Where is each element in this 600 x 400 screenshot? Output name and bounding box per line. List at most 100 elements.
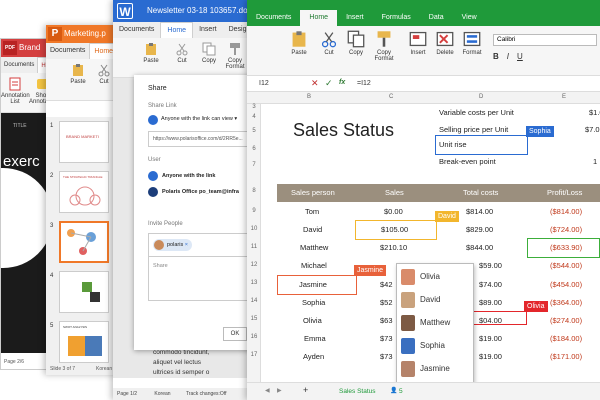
table-header[interactable]: Total costs [463, 184, 498, 202]
sales-cell[interactable]: $0.00 [384, 207, 403, 216]
profit-cell[interactable]: ($184.00) [550, 334, 582, 343]
table-header[interactable]: Profit/Loss [547, 184, 582, 202]
column-header[interactable]: C [389, 94, 393, 100]
link-permission-select[interactable]: Anyone with the link can view ▾ [161, 116, 237, 122]
param-label[interactable]: Break-even point [439, 157, 496, 166]
tab-view[interactable]: View [453, 10, 486, 26]
row-header[interactable]: 6 [247, 146, 261, 152]
row-header[interactable]: 3 [247, 104, 261, 110]
delete-button[interactable]: Delete [431, 28, 459, 56]
row-header[interactable]: 14 [247, 298, 261, 304]
slide-thumbnail[interactable]: BRAND MARKETI [59, 121, 109, 163]
message-textarea[interactable]: Share [148, 257, 253, 301]
param-label[interactable]: Selling price per Unit [439, 125, 508, 134]
costs-cell[interactable]: $814.00 [466, 207, 493, 216]
sales-cell[interactable]: $73 [380, 334, 393, 343]
profit-cell[interactable]: ($544.00) [550, 261, 582, 270]
slide-thumbnail[interactable]: THE STRATEGIC TRIANGLE [59, 171, 109, 213]
sales-cell[interactable]: $42 [380, 280, 393, 289]
invite-input[interactable]: polaris × [148, 233, 253, 257]
costs-cell[interactable]: $829.00 [466, 225, 493, 234]
row-header[interactable]: 13 [247, 280, 261, 286]
sales-cell[interactable]: $52 [380, 298, 393, 307]
profit-cell[interactable]: ($364.00) [550, 298, 582, 307]
table-header[interactable]: Sales person [291, 184, 335, 202]
salesperson-cell[interactable]: Tom [305, 207, 319, 216]
slide-thumbnail-selected[interactable] [59, 221, 109, 263]
sheet-tab[interactable]: Sales Status [339, 388, 376, 395]
row-header[interactable]: 9 [247, 208, 261, 214]
sales-cell[interactable]: $63 [380, 316, 393, 325]
italic-icon[interactable]: I [507, 52, 509, 61]
tab-formulas[interactable]: Formulas [373, 10, 420, 26]
row-header[interactable]: 8 [247, 188, 261, 194]
costs-cell[interactable]: $844.00 [466, 243, 493, 252]
param-value[interactable]: $7.0 [585, 125, 600, 134]
share-link-field[interactable]: https://www.polarisoffice.com/d/2RR5e... [148, 131, 253, 147]
formula-input[interactable]: =I12 [357, 80, 371, 87]
row-header[interactable]: 12 [247, 262, 261, 268]
paste-button[interactable]: Paste [285, 28, 313, 56]
tab-documents[interactable]: Documents [46, 43, 89, 59]
confirm-icon[interactable]: ✓ [325, 78, 333, 89]
annotation-list-button[interactable]: Annotation List [1, 75, 30, 105]
salesperson-cell[interactable]: Michael [301, 261, 327, 270]
ok-button[interactable]: OK [223, 327, 247, 341]
tab-documents[interactable]: Documents [113, 22, 160, 38]
row-header[interactable]: 7 [247, 162, 261, 168]
insert-button[interactable]: Insert [404, 28, 432, 56]
cell-reference[interactable]: I12 [259, 80, 269, 87]
copy-format-button[interactable]: Copy Format [221, 40, 249, 70]
column-header[interactable]: E [562, 94, 566, 100]
salesperson-cell[interactable]: Sophia [302, 298, 325, 307]
font-name-select[interactable]: Calibri [493, 34, 597, 46]
salesperson-cell[interactable]: Ayden [303, 352, 324, 361]
param-value[interactable]: $1.0 [589, 108, 600, 117]
profit-cell[interactable]: ($814.00) [550, 207, 582, 216]
mention-option[interactable]: David [397, 289, 473, 311]
format-button[interactable]: Format [458, 28, 486, 56]
salesperson-cell[interactable]: Emma [304, 334, 326, 343]
mention-option[interactable]: Jasmine [397, 358, 473, 380]
row-header[interactable]: 11 [247, 244, 261, 250]
mention-option[interactable]: Olivia [397, 266, 473, 288]
word-titlebar[interactable]: Newsletter 03-18 103657.docx [113, 0, 253, 22]
close-icon[interactable]: × [185, 242, 188, 248]
row-header[interactable]: 10 [247, 226, 261, 232]
sales-cell[interactable]: $210.10 [380, 243, 407, 252]
add-sheet-icon[interactable]: + [303, 385, 308, 395]
cut-button[interactable]: Cut [168, 40, 196, 64]
row-header[interactable]: 15 [247, 316, 261, 322]
table-header[interactable]: Sales [385, 184, 404, 202]
salesperson-cell[interactable]: Matthew [300, 243, 328, 252]
underline-icon[interactable]: U [517, 52, 523, 61]
row-header[interactable]: 4 [247, 114, 261, 120]
copy-button[interactable]: Copy [195, 40, 223, 64]
costs-cell[interactable]: $74.00 [479, 280, 502, 289]
copy-format-button[interactable]: Copy Format [370, 28, 398, 62]
column-header[interactable]: B [307, 94, 311, 100]
slide-thumbnail[interactable] [59, 271, 109, 313]
costs-cell[interactable]: $19.00 [479, 352, 502, 361]
tab-insert[interactable]: Insert [193, 22, 223, 38]
tab-documents[interactable]: Documents [1, 57, 37, 73]
tab-home[interactable]: Home [160, 22, 194, 38]
sheet-titlebar[interactable] [247, 0, 600, 10]
column-header[interactable]: D [479, 94, 483, 100]
row-header[interactable]: 16 [247, 334, 261, 340]
prev-sheet-icon[interactable]: ◀ [265, 387, 270, 394]
costs-cell[interactable]: $19.00 [479, 334, 502, 343]
profit-cell[interactable]: ($274.00) [550, 316, 582, 325]
next-sheet-icon[interactable]: ▶ [277, 387, 282, 394]
paste-button[interactable]: Paste [64, 61, 92, 85]
costs-cell[interactable]: $89.00 [479, 298, 502, 307]
tab-home[interactable]: Home [300, 10, 338, 26]
function-icon[interactable]: fx [339, 79, 345, 86]
paste-button[interactable]: Paste [137, 40, 165, 64]
cancel-icon[interactable]: ✕ [311, 78, 319, 89]
tab-documents[interactable]: Documents [247, 10, 300, 26]
invitee-chip[interactable]: polaris × [153, 239, 192, 251]
sheet-title[interactable]: Sales Status [293, 120, 394, 141]
profit-cell[interactable]: ($724.00) [550, 225, 582, 234]
mention-option[interactable]: Matthew [397, 312, 473, 334]
